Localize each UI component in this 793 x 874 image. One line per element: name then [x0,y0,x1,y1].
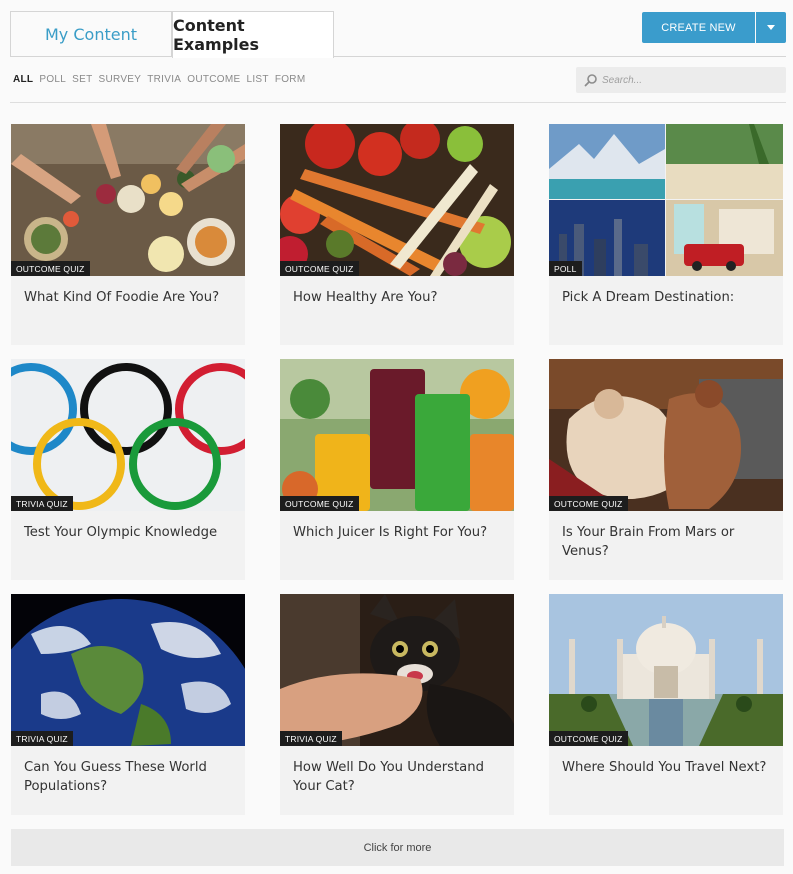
card-image-vegetables: OUTCOME QUIZ [280,124,514,276]
tab-my-content[interactable]: My Content [10,11,172,57]
filter-list[interactable]: LIST [246,74,268,85]
card-image-kitten: TRIVIA QUIZ [280,594,514,746]
content-type-badge: OUTCOME QUIZ [11,261,90,276]
card-title: Test Your Olympic Knowledge [24,525,218,540]
card-image-earth-globe: TRIVIA QUIZ [11,594,245,746]
create-new-dropdown-button[interactable] [756,12,786,43]
content-card[interactable]: POLL Pick A Dream Destination: [549,124,783,345]
tab-divider [10,56,786,57]
content-card[interactable]: TRIVIA QUIZ Can You Guess These World Po… [11,594,245,815]
chevron-down-icon [767,25,775,30]
content-type-badge: POLL [549,261,582,276]
card-title: How Healthy Are You? [293,290,438,305]
content-type-badge: TRIVIA QUIZ [11,731,73,746]
content-type-badge: OUTCOME QUIZ [549,731,628,746]
card-image-food-table: OUTCOME QUIZ [11,124,245,276]
filter-trivia[interactable]: TRIVIA [147,74,181,85]
content-library-panel: My Content Content Examples CREATE NEW A… [0,0,793,874]
card-title: What Kind Of Foodie Are You? [24,290,220,305]
filter-survey[interactable]: SURVEY [98,74,141,85]
card-image-olympic-rings: TRIVIA QUIZ [11,359,245,511]
filter-outcome[interactable]: OUTCOME [187,74,240,85]
card-title: Can You Guess These World Populations? [24,760,207,794]
content-type-badge: TRIVIA QUIZ [11,496,73,511]
content-card[interactable]: OUTCOME QUIZ Is Your Brain From Mars or … [549,359,783,580]
content-card[interactable]: OUTCOME QUIZ What Kind Of Foodie Are You… [11,124,245,345]
content-card[interactable]: TRIVIA QUIZ Test Your Olympic Knowledge [11,359,245,580]
card-image-classical-painting: OUTCOME QUIZ [549,359,783,511]
content-type-badge: OUTCOME QUIZ [280,496,359,511]
card-title: How Well Do You Understand Your Cat? [293,760,484,794]
type-filter-bar: ALL POLL SET SURVEY TRIVIA OUTCOME LIST … [13,74,305,85]
filter-all[interactable]: ALL [13,74,33,85]
filter-form[interactable]: FORM [275,74,306,85]
content-type-badge: TRIVIA QUIZ [280,731,342,746]
content-card[interactable]: OUTCOME QUIZ Where Should You Travel Nex… [549,594,783,815]
create-new-button[interactable]: CREATE NEW [642,12,755,43]
card-title: Pick A Dream Destination: [562,290,735,305]
search-icon [584,74,597,87]
content-type-badge: OUTCOME QUIZ [280,261,359,276]
load-more-button[interactable]: Click for more [11,829,784,866]
tab-active-gap [173,56,333,57]
content-card[interactable]: TRIVIA QUIZ How Well Do You Understand Y… [280,594,514,815]
content-card[interactable]: OUTCOME QUIZ Which Juicer Is Right For Y… [280,359,514,580]
search-box[interactable] [576,67,786,93]
card-title: Where Should You Travel Next? [562,760,767,775]
content-type-badge: OUTCOME QUIZ [549,496,628,511]
search-input[interactable] [602,74,772,86]
header-divider [10,102,786,103]
tab-content-examples[interactable]: Content Examples [172,11,334,58]
card-image-destinations-collage: POLL [549,124,783,276]
content-card[interactable]: OUTCOME QUIZ How Healthy Are You? [280,124,514,345]
filter-set[interactable]: SET [72,74,92,85]
filter-poll[interactable]: POLL [39,74,66,85]
card-image-taj-mahal: OUTCOME QUIZ [549,594,783,746]
card-title: Which Juicer Is Right For You? [293,525,488,540]
card-image-juices: OUTCOME QUIZ [280,359,514,511]
card-title: Is Your Brain From Mars or Venus? [562,525,735,559]
